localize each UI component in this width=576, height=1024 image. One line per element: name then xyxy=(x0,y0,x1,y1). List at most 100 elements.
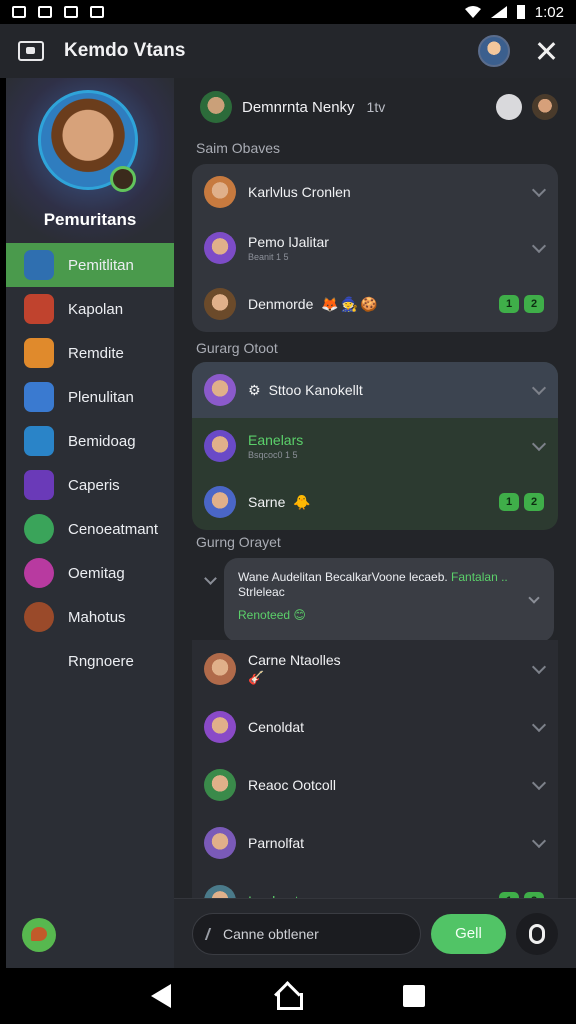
back-icon[interactable] xyxy=(151,984,172,1008)
close-icon[interactable] xyxy=(534,39,558,63)
voice-button[interactable] xyxy=(516,912,558,955)
sidebar-item-label: Pemitlitan xyxy=(68,256,134,274)
collapse-chevron-icon[interactable] xyxy=(204,572,217,585)
card1-row[interactable]: Pemo lJalitar Beanit 1 5 xyxy=(192,220,558,276)
app-title: Kemdo Vtans xyxy=(64,40,186,61)
sidebar-item-3[interactable]: Plenulitan xyxy=(6,375,174,419)
recents-icon[interactable] xyxy=(402,985,425,1007)
row-text: Sarne 🐥 xyxy=(248,494,313,511)
row-text: Karlvlus Cronlen xyxy=(248,184,351,200)
avatar xyxy=(204,711,236,743)
row-name: Eanelars xyxy=(248,432,303,448)
chevron-down-icon[interactable] xyxy=(531,775,547,790)
beast-icon xyxy=(24,602,54,632)
avatar xyxy=(204,288,236,320)
empty-icon xyxy=(24,646,54,676)
shield-leaf-icon[interactable] xyxy=(22,918,56,952)
row-name: ⚙ Sttoo Kanokellt xyxy=(248,382,363,399)
reply-emoji: 😊 xyxy=(293,608,306,622)
avatar xyxy=(204,769,236,801)
avatar xyxy=(204,653,236,685)
row-name: Pemo lJalitar xyxy=(248,234,329,250)
card1-row[interactable]: Denmorde 🦊🧙🍪 1 2 xyxy=(192,276,558,332)
card2-row[interactable]: Sarne 🐥 1 2 xyxy=(192,474,558,530)
emoji-reactions: 🐥 xyxy=(293,493,313,510)
card-group-1: Karlvlus Cronlen Pemo lJalitar Beanit 1 5 D… xyxy=(192,164,558,332)
sidebar-item-9[interactable]: Rngnoere xyxy=(6,639,174,683)
row-name-text: Sarne xyxy=(248,493,286,510)
row-name: Karlvlus Cronlen xyxy=(248,184,351,200)
composer: Canne obtlener Gell xyxy=(174,898,576,968)
sword-icon xyxy=(24,426,54,456)
sidebar-item-6[interactable]: Cenoeatmant xyxy=(6,507,174,551)
member-avatar-icon[interactable] xyxy=(532,94,558,120)
microphone-icon xyxy=(529,923,546,944)
card2-row[interactable]: ⚙ Sttoo Kanokellt xyxy=(192,362,558,418)
sidebar-item-0[interactable]: Pemitlitan xyxy=(6,243,174,287)
user-avatar[interactable] xyxy=(478,35,510,67)
message-input-placeholder: Canne obtlener xyxy=(223,925,319,942)
room-header: Demnrnta Nenky 1tv xyxy=(200,88,558,126)
card1-row[interactable]: Karlvlus Cronlen xyxy=(192,164,558,220)
row-name: Carne Ntaolles xyxy=(248,652,341,668)
list3-row[interactable]: Reaoc Ootcoll xyxy=(192,756,558,814)
sidebar-item-1[interactable]: Kapolan xyxy=(6,287,174,331)
row-name-text: Carne Ntaolles xyxy=(248,652,341,668)
row-name-text: Karlvlus Cronlen xyxy=(248,184,351,200)
row-name: Sarne 🐥 xyxy=(248,494,313,511)
sidebar-item-label: Remdite xyxy=(68,344,124,362)
section-label-2: Gurarg Otoot xyxy=(196,340,278,356)
list3-row[interactable]: Cenoldat xyxy=(192,698,558,756)
sidebar-item-5[interactable]: Caperis xyxy=(6,463,174,507)
room-count: 1tv xyxy=(366,99,386,115)
row-name: Cenoldat xyxy=(248,719,304,735)
avatar xyxy=(204,176,236,208)
list3-row[interactable]: Parnolfat xyxy=(192,814,558,872)
row-text: Parnolfat xyxy=(248,835,304,851)
count-badges: 12 xyxy=(499,295,544,313)
row-sub: 🎸 xyxy=(248,670,265,685)
send-button[interactable]: Gell xyxy=(430,913,507,954)
row-name-text: Sttoo Kanokellt xyxy=(268,381,363,398)
row-name: Reaoc Ootcoll xyxy=(248,777,336,793)
chevron-down-icon[interactable] xyxy=(531,182,547,197)
chevron-down-icon[interactable] xyxy=(531,833,547,848)
sidebar-item-2[interactable]: Remdite xyxy=(6,331,174,375)
system-nav-bar xyxy=(0,968,576,1024)
avatar xyxy=(204,430,236,462)
notification-icon-3 xyxy=(64,6,78,18)
sidebar-item-7[interactable]: Oemitag xyxy=(6,551,174,595)
members-icon[interactable] xyxy=(496,94,522,120)
app-logo-icon xyxy=(18,41,44,61)
row-name-text: Reaoc Ootcoll xyxy=(248,777,336,793)
sidebar-item-8[interactable]: Mahotus xyxy=(6,595,174,639)
room-title: Demnrnta Nenky xyxy=(242,98,355,116)
list3-row[interactable]: Carne Ntaolles 🎸 xyxy=(192,640,558,698)
count-badge: 2 xyxy=(524,493,544,511)
chevron-down-icon[interactable] xyxy=(531,380,547,395)
chevron-down-icon[interactable] xyxy=(531,238,547,253)
home-icon[interactable] xyxy=(274,983,303,1010)
sidebar-item-label: Caperis xyxy=(68,476,120,494)
status-bar: 1:02 xyxy=(0,0,576,24)
spear-icon xyxy=(24,382,54,412)
message-bubble[interactable]: Wane Audelitan BecalkarVoone lecaeb. Fan… xyxy=(224,558,554,642)
count-badge: 1 xyxy=(499,493,519,511)
gear-icon: ⚙ xyxy=(248,381,261,398)
chevron-down-icon[interactable] xyxy=(531,717,547,732)
message-reply[interactable]: Renoteed 😊 xyxy=(238,608,540,622)
chevron-down-icon[interactable] xyxy=(531,659,547,674)
app-bar: Kemdo Vtans xyxy=(0,24,576,78)
reply-label: Renoteed xyxy=(238,608,291,622)
row-text: Denmorde 🦊🧙🍪 xyxy=(248,296,380,313)
row-name-text: Denmorde xyxy=(248,295,314,312)
room-avatar[interactable] xyxy=(200,91,232,123)
message-text-main: Wane Audelitan BecalkarVoone lecaeb. xyxy=(238,570,448,584)
profile-hero: Pemuritans xyxy=(6,78,174,243)
message-input[interactable]: Canne obtlener xyxy=(192,912,421,955)
card2-row[interactable]: Eanelars Bsqcoc0 1 5 xyxy=(192,418,558,474)
row-text: Reaoc Ootcoll xyxy=(248,777,336,793)
sidebar-item-4[interactable]: Bemidoag xyxy=(6,419,174,463)
chevron-down-icon[interactable] xyxy=(531,436,547,451)
main-panel: Demnrnta Nenky 1tv Saim Obaves Karlvlus … xyxy=(174,78,576,968)
